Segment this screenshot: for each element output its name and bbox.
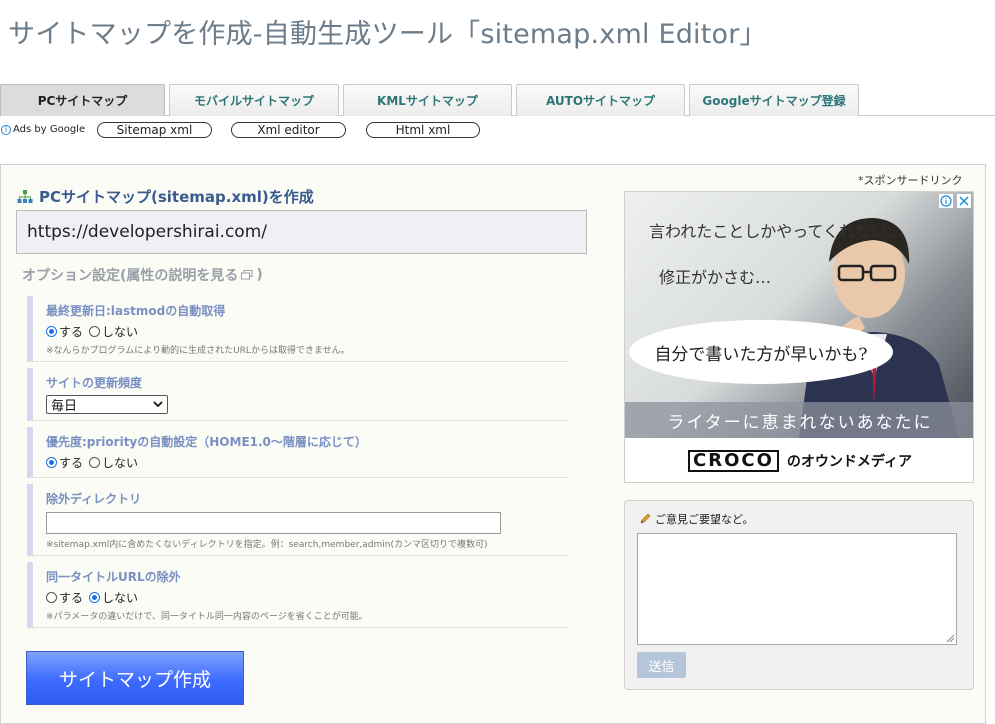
exclude-dir-input[interactable] (46, 512, 501, 534)
ad-headline-1: 言われたことしかやってくれない… (649, 222, 903, 241)
pencil-icon (640, 513, 651, 524)
feedback-label-row: ご意見ご要望など。 (639, 511, 753, 527)
option-priority: 優先度:priorityの自動設定（HOME1.0〜階層に応じて） する しない (27, 427, 567, 478)
feedback-panel: ご意見ご要望など。 送信 (624, 500, 974, 690)
lastmod-note: ※なんらかプログラムにより動的に生成されたURLからは取得できません。 (46, 346, 350, 356)
priority-yes-radio[interactable] (46, 457, 57, 468)
new-window-icon (241, 270, 253, 280)
chevron-down-icon (153, 401, 163, 408)
ad-close-icon[interactable] (957, 194, 971, 208)
send-button[interactable]: 送信 (637, 652, 686, 678)
feedback-textarea[interactable] (637, 533, 957, 645)
ad-link-sitemap-xml[interactable]: Sitemap xml (97, 122, 212, 138)
option-same-title: 同一タイトルURLの除外 する しない ※パラメータの違いだけで、同一タイトル同… (27, 562, 567, 628)
ad-banner-band: ライターに恵まれないあなたに (625, 402, 973, 438)
lastmod-label: 最終更新日:lastmodの自動取得 (46, 304, 226, 318)
changefreq-selected-value: 毎日 (51, 399, 78, 414)
priority-radio-group: する しない (46, 454, 567, 471)
tab-pc-sitemap[interactable]: PCサイトマップ (0, 84, 165, 116)
exclude-dir-note: ※sitemap.xml内に含めたくないディレクトリを指定。例：search,m… (46, 540, 488, 550)
same-title-no-radio[interactable] (89, 592, 101, 603)
lastmod-no-label[interactable]: しない (102, 323, 138, 340)
ad-link-html-xml[interactable]: Html xml (366, 122, 480, 138)
ad-info-icon[interactable] (939, 194, 953, 208)
lastmod-radio-group: する しない (46, 323, 567, 340)
info-icon: i (1, 124, 11, 135)
tab-kml-sitemap[interactable]: KMLサイトマップ (343, 84, 512, 116)
priority-yes-label[interactable]: する (59, 454, 83, 471)
resize-handle-icon[interactable] (946, 634, 955, 643)
create-sitemap-button[interactable]: サイトマップ作成 (26, 651, 244, 705)
ads-by-google[interactable]: i Ads by Google (1, 124, 85, 135)
ad-links-bar: i Ads by Google Sitemap xml Xml editor H… (0, 118, 995, 142)
same-title-yes-radio[interactable] (46, 592, 57, 603)
ad-headline-2: 修正がかさむ… (659, 268, 772, 287)
changefreq-select[interactable]: 毎日 (46, 395, 168, 414)
banner-ad[interactable]: 言われたことしかやってくれない… 修正がかさむ… 自分で書いた方が早いかも? ラ… (624, 191, 974, 483)
option-exclude-dir: 除外ディレクトリ ※sitemap.xml内に含めたくないディレクトリを指定。例… (27, 484, 567, 556)
ad-link-xml-editor[interactable]: Xml editor (231, 122, 346, 138)
sponsored-link-label: *スポンサードリンク (858, 174, 963, 187)
ad-footer: CROCO のオウンドメディア (625, 438, 973, 482)
lastmod-yes-label[interactable]: する (59, 323, 83, 340)
tab-auto-sitemap[interactable]: AUTOサイトマップ (516, 84, 685, 116)
changefreq-label: サイトの更新頻度 (46, 376, 143, 390)
priority-no-radio[interactable] (89, 457, 101, 468)
options-title-text: オプション設定(属性の説明を見る (22, 268, 239, 284)
same-title-radio-group: する しない (46, 589, 567, 606)
ad-choices (939, 194, 971, 208)
priority-no-label[interactable]: しない (102, 454, 138, 471)
section-title-text: PCサイトマップ(sitemap.xml)を作成 (39, 188, 314, 206)
option-changefreq: サイトの更新頻度 毎日 (27, 368, 567, 421)
option-lastmod: 最終更新日:lastmodの自動取得 する しない ※なんらかプログラムにより動… (27, 296, 567, 362)
tab-google-sitemap-register[interactable]: Googleサイトマップ登録 (689, 84, 859, 116)
exclude-dir-label: 除外ディレクトリ (46, 492, 142, 506)
sitemap-icon (17, 190, 33, 203)
lastmod-yes-radio[interactable] (46, 326, 57, 337)
same-title-yes-label[interactable]: する (59, 589, 83, 606)
croco-logo: CROCO (688, 450, 779, 472)
tab-bar: PCサイトマップ モバイルサイトマップ KMLサイトマップ AUTOサイトマップ… (0, 84, 995, 116)
ad-tagline: のオウンドメディア (786, 454, 912, 470)
lastmod-no-radio[interactable] (89, 326, 101, 337)
priority-label: 優先度:priorityの自動設定（HOME1.0〜階層に応じて） (46, 435, 367, 449)
ads-by-google-label: Ads by Google (13, 124, 86, 135)
options-title-close: ) (256, 267, 263, 283)
url-input[interactable]: https://developershirai.com/ (16, 210, 587, 254)
section-title: PCサイトマップ(sitemap.xml)を作成 (17, 186, 314, 207)
tab-mobile-sitemap[interactable]: モバイルサイトマップ (169, 84, 339, 116)
same-title-no-label[interactable]: しない (102, 589, 138, 606)
same-title-label: 同一タイトルURLの除外 (46, 570, 181, 584)
ad-speech-bubble: 自分で書いた方が早いかも? (629, 320, 893, 384)
page-title: サイトマップを作成-自動生成ツール「sitemap.xml Editor」 (8, 19, 767, 50)
same-title-note: ※パラメータの違いだけで、同一タイトル同一内容のページを省くことが可能。 (46, 612, 368, 622)
feedback-label: ご意見ご要望など。 (655, 513, 754, 526)
options-title[interactable]: オプション設定(属性の説明を見る ) (22, 265, 263, 285)
